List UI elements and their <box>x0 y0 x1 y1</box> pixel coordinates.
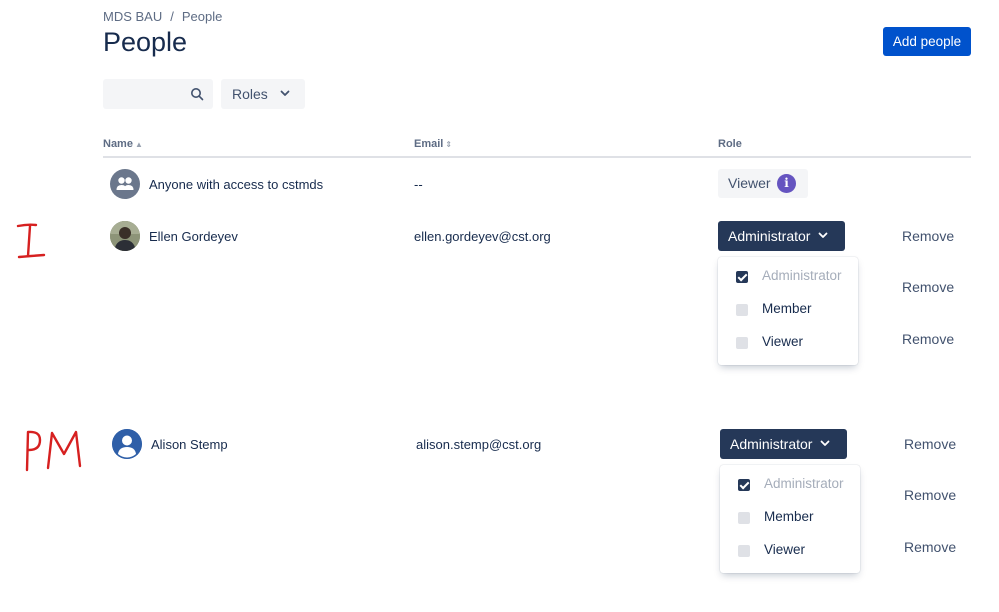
menu-option-member[interactable]: Member <box>718 295 858 327</box>
group-icon <box>116 177 134 190</box>
remove-button[interactable]: Remove <box>902 331 954 347</box>
row-name: Alison Stemp <box>151 437 228 452</box>
table-header-divider <box>103 156 971 158</box>
column-header-name[interactable]: Name ▲ <box>103 138 143 150</box>
breadcrumb-project[interactable]: MDS BAU <box>103 9 162 24</box>
remove-button[interactable]: Remove <box>904 487 956 503</box>
chevron-down-icon <box>280 90 290 96</box>
sort-icon: ⇕ <box>445 140 453 149</box>
row-name: Anyone with access to cstmds <box>149 177 324 192</box>
menu-option-member[interactable]: Member <box>720 503 860 535</box>
chevron-down-icon <box>820 440 830 446</box>
role-dropdown-button[interactable]: Administrator <box>720 429 847 459</box>
info-icon[interactable]: i <box>777 174 796 193</box>
breadcrumb-separator: / <box>170 9 174 24</box>
role-dropdown-menu: Administrator Member Viewer <box>720 465 860 573</box>
handwritten-annotation-pm <box>25 430 82 472</box>
chevron-down-icon <box>818 232 828 238</box>
search-icon[interactable] <box>190 87 204 101</box>
remove-button[interactable]: Remove <box>902 279 954 295</box>
user-photo-icon <box>110 221 140 251</box>
menu-option-administrator[interactable]: Administrator <box>718 262 858 294</box>
menu-option-administrator[interactable]: Administrator <box>720 470 860 502</box>
role-dropdown-button[interactable]: Administrator <box>718 221 845 251</box>
row-email: ellen.gordeyev@cst.org <box>414 229 551 244</box>
handwritten-annotation-i <box>16 223 46 259</box>
role-dropdown-menu: Administrator Member Viewer <box>718 257 858 365</box>
checkbox[interactable] <box>736 337 748 349</box>
viewer-role-badge: Viewer i <box>718 169 808 198</box>
remove-button[interactable]: Remove <box>904 436 956 452</box>
checkbox-checked[interactable] <box>736 271 748 283</box>
group-avatar <box>110 169 140 199</box>
menu-option-viewer[interactable]: Viewer <box>720 536 860 568</box>
menu-option-viewer[interactable]: Viewer <box>718 328 858 360</box>
user-icon <box>112 429 142 459</box>
add-people-button[interactable]: Add people <box>883 27 971 56</box>
row-name: Ellen Gordeyev <box>149 229 238 244</box>
roles-filter-button[interactable]: Roles <box>221 79 305 109</box>
checkbox[interactable] <box>736 304 748 316</box>
checkbox-checked[interactable] <box>738 479 750 491</box>
search-input[interactable] <box>103 79 187 109</box>
sort-asc-icon: ▲ <box>134 140 143 149</box>
row-email: -- <box>414 177 423 192</box>
breadcrumb: MDS BAU / People <box>103 9 222 24</box>
page-title: People <box>103 27 188 57</box>
column-header-role: Role <box>718 138 742 150</box>
column-header-email[interactable]: Email ⇕ <box>414 138 452 150</box>
checkbox[interactable] <box>738 512 750 524</box>
checkbox[interactable] <box>738 545 750 557</box>
remove-button[interactable]: Remove <box>902 228 954 244</box>
roles-filter-label: Roles <box>232 86 268 102</box>
search-box[interactable] <box>103 79 213 109</box>
avatar <box>112 429 142 459</box>
avatar <box>110 221 140 251</box>
row-email: alison.stemp@cst.org <box>416 437 542 452</box>
breadcrumb-current[interactable]: People <box>182 9 222 24</box>
remove-button[interactable]: Remove <box>904 539 956 555</box>
